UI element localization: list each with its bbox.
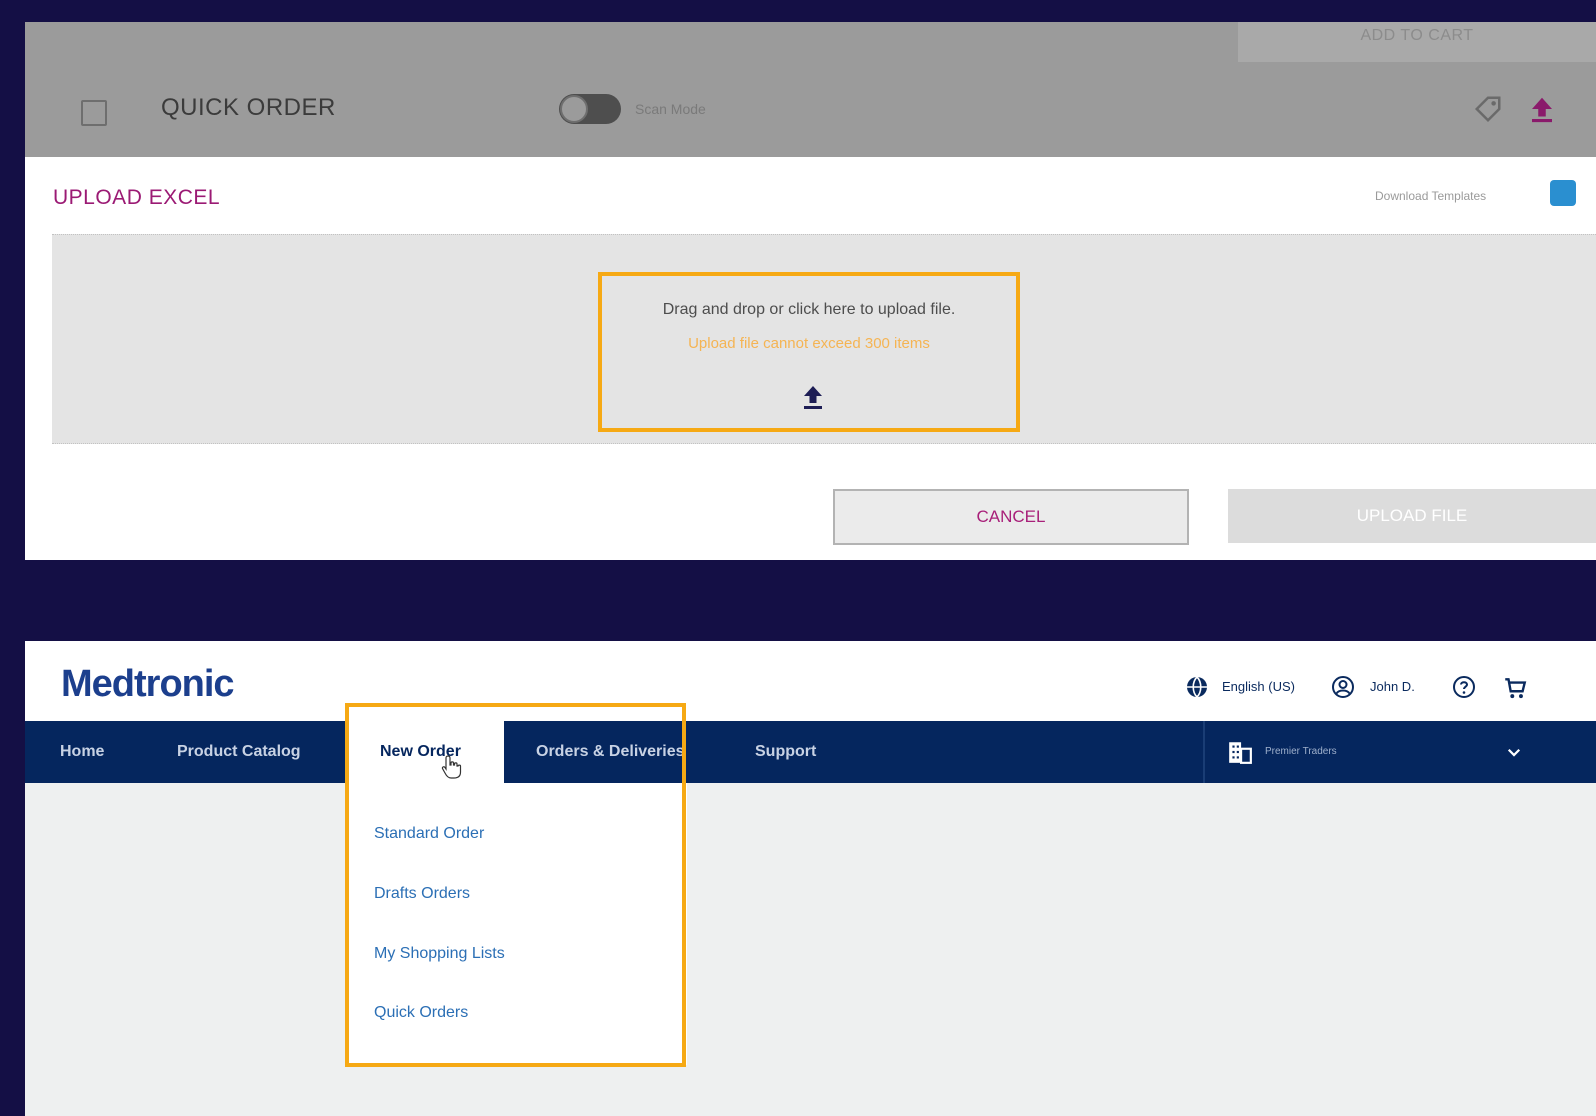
cancel-button[interactable]: CANCEL	[833, 489, 1189, 545]
language-selector[interactable]: English (US)	[1222, 679, 1295, 694]
tag-icon[interactable]	[1473, 94, 1503, 124]
add-to-cart-button[interactable]: ADD TO CART	[1238, 22, 1596, 62]
scan-mode-toggle[interactable]	[559, 94, 621, 124]
medtronic-logo[interactable]: Medtronic	[61, 663, 235, 706]
quick-order-upload-panel: ADD TO CART QUICK ORDER Scan Mode UPLOAD…	[25, 22, 1596, 560]
chevron-down-icon[interactable]	[1505, 743, 1523, 761]
toggle-knob	[560, 95, 588, 123]
site-header: Medtronic English (US) John D.	[25, 641, 1596, 721]
main-nav: Home Product Catalog New Order Orders & …	[25, 721, 1596, 783]
nav-product-catalog[interactable]: Product Catalog	[177, 743, 301, 761]
scan-mode-label: Scan Mode	[635, 101, 706, 117]
upload-icon[interactable]	[1527, 94, 1557, 124]
excel-file-icon[interactable]	[1550, 180, 1576, 206]
medtronic-site-panel: Medtronic English (US) John D. Home Prod…	[25, 641, 1596, 1116]
upload-excel-title: UPLOAD EXCEL	[53, 186, 221, 209]
globe-icon[interactable]	[1185, 675, 1209, 699]
quick-order-title: QUICK ORDER	[161, 94, 336, 121]
new-order-menu-highlight	[345, 703, 686, 1067]
cart-icon[interactable]	[1502, 675, 1528, 701]
user-name[interactable]: John D.	[1370, 679, 1415, 694]
help-icon[interactable]	[1452, 675, 1476, 699]
account-selector[interactable]: Premier Traders	[1265, 746, 1337, 757]
download-templates-link[interactable]: Download Templates	[1375, 189, 1486, 203]
user-icon[interactable]	[1331, 675, 1355, 699]
upload-file-button[interactable]: UPLOAD FILE	[1228, 489, 1596, 543]
nav-support[interactable]: Support	[755, 743, 816, 761]
select-all-checkbox[interactable]	[81, 100, 107, 126]
building-icon	[1229, 742, 1252, 764]
quick-order-header: ADD TO CART QUICK ORDER Scan Mode	[25, 22, 1596, 157]
dropzone-highlight	[598, 272, 1020, 432]
nav-home[interactable]: Home	[60, 743, 104, 761]
nav-divider	[1203, 721, 1205, 783]
